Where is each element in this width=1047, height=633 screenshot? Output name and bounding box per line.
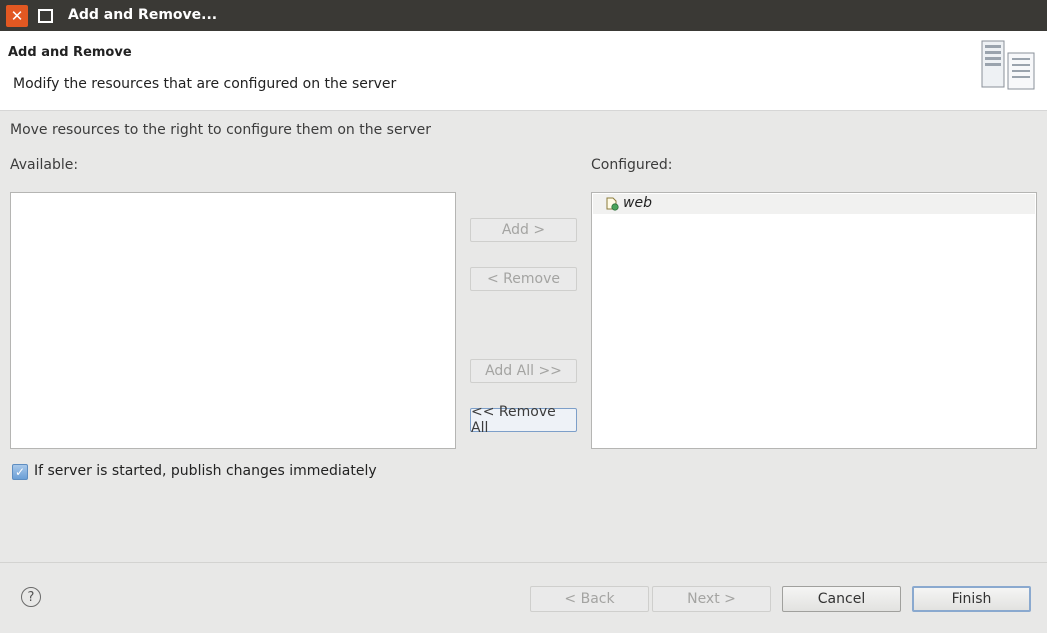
title-bar: ✕ Add and Remove... xyxy=(0,0,1047,31)
banner-description: Modify the resources that are configured… xyxy=(13,76,397,92)
server-icon xyxy=(981,40,1035,90)
remove-button[interactable]: < Remove xyxy=(470,267,577,291)
list-item-label: web xyxy=(623,195,652,211)
list-item[interactable]: web xyxy=(593,194,1035,214)
configured-list[interactable]: web xyxy=(591,192,1037,449)
banner-title: Add and Remove xyxy=(8,45,132,60)
publish-checkbox[interactable]: ✓ xyxy=(12,464,28,480)
maximize-window-button[interactable] xyxy=(38,9,53,23)
add-button[interactable]: Add > xyxy=(470,218,577,242)
instruction-text: Move resources to the right to configure… xyxy=(10,122,431,138)
checkmark-icon: ✓ xyxy=(14,465,26,479)
publish-checkbox-label[interactable]: If server is started, publish changes im… xyxy=(34,463,377,479)
dialog-banner: Add and Remove Modify the resources that… xyxy=(0,31,1047,111)
next-button[interactable]: Next > xyxy=(652,586,771,612)
help-icon: ? xyxy=(27,589,35,605)
back-button[interactable]: < Back xyxy=(530,586,649,612)
finish-button[interactable]: Finish xyxy=(912,586,1031,612)
add-all-button[interactable]: Add All >> xyxy=(470,359,577,383)
available-list[interactable] xyxy=(10,192,456,449)
close-window-button[interactable]: ✕ xyxy=(6,5,28,27)
configured-label: Configured: xyxy=(591,157,673,173)
remove-all-button[interactable]: << Remove All xyxy=(470,404,577,436)
web-module-icon xyxy=(606,197,619,211)
available-label: Available: xyxy=(10,157,79,173)
cancel-button[interactable]: Cancel xyxy=(782,586,901,612)
window-title: Add and Remove... xyxy=(68,7,218,23)
close-icon: ✕ xyxy=(10,6,24,25)
footer-divider xyxy=(0,562,1047,563)
help-button[interactable]: ? xyxy=(21,587,41,607)
